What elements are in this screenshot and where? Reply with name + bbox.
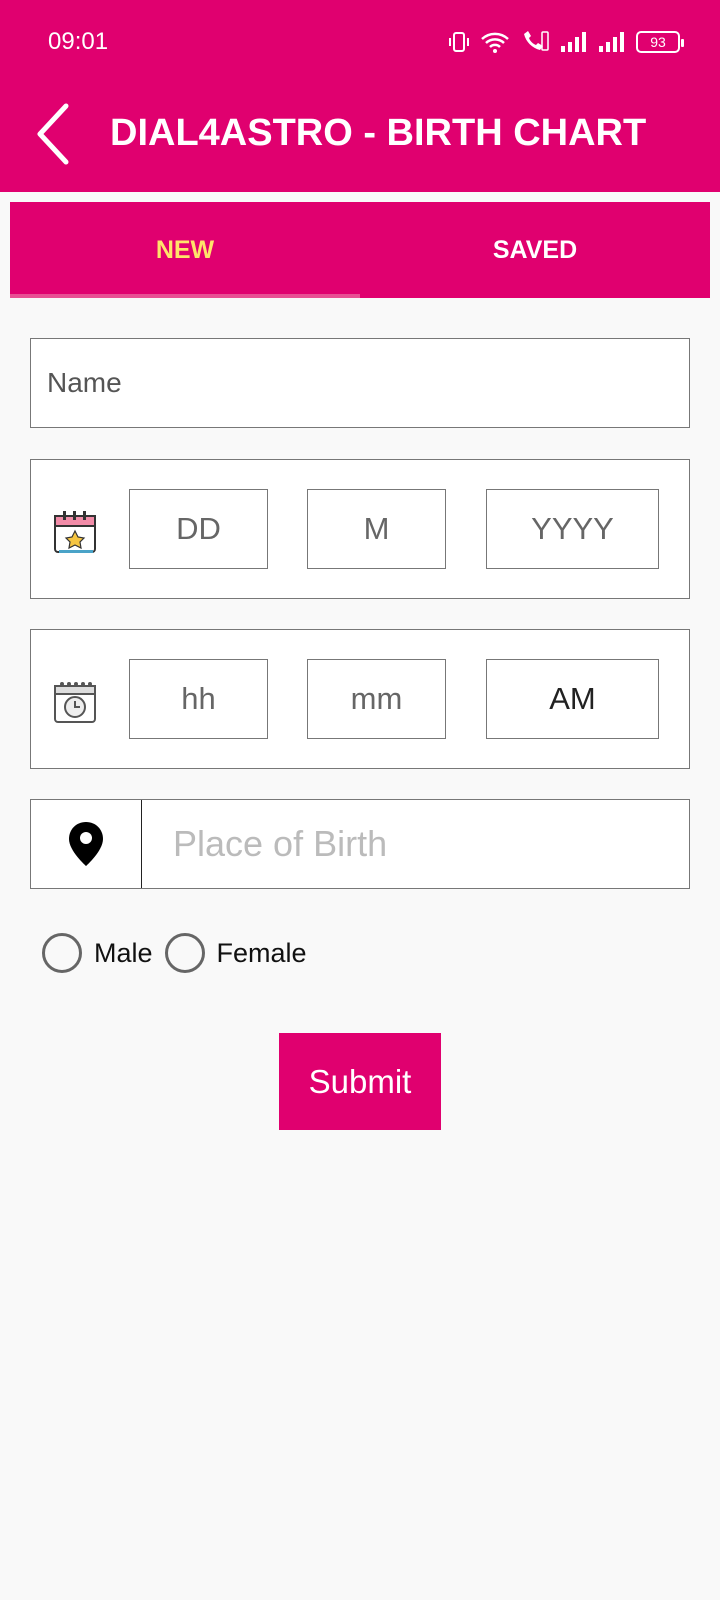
tab-bar: NEW SAVED	[10, 202, 710, 298]
battery-level: 93	[650, 34, 666, 50]
app-header: 09:01 93 DIAL4ASTRO - BIRTH CHART	[0, 0, 720, 192]
wifi-icon	[480, 30, 510, 54]
place-icon-cell	[31, 800, 142, 888]
hour-input[interactable]: hh	[129, 659, 268, 739]
tab-new[interactable]: NEW	[10, 202, 360, 298]
male-radio[interactable]	[42, 933, 82, 973]
status-time: 09:01	[48, 28, 109, 55]
male-label[interactable]: Male	[94, 938, 153, 969]
status-icons: 93	[448, 28, 684, 56]
submit-button[interactable]: Submit	[279, 1033, 441, 1130]
page-title: DIAL4ASTRO - BIRTH CHART	[110, 112, 647, 154]
place-of-birth-field[interactable]: Place of Birth	[30, 799, 690, 889]
tab-saved[interactable]: SAVED	[360, 202, 710, 298]
place-input[interactable]: Place of Birth	[173, 800, 387, 888]
female-radio[interactable]	[164, 933, 205, 973]
battery-icon: 93	[636, 31, 684, 53]
vibrate-icon	[448, 30, 470, 54]
gender-radio-group: Male Female	[42, 933, 319, 973]
ampm-select[interactable]: AM	[486, 659, 659, 739]
minute-input[interactable]: mm	[307, 659, 446, 739]
volte-call-icon	[520, 30, 550, 54]
month-input[interactable]: M	[307, 489, 446, 569]
clock-calendar-icon	[51, 678, 99, 726]
day-input[interactable]: DD	[129, 489, 268, 569]
signal-icon	[598, 31, 626, 53]
name-input[interactable]: Name	[30, 338, 690, 428]
chevron-left-icon	[37, 103, 69, 165]
location-pin-icon	[69, 822, 103, 866]
time-of-birth-row: hh mm AM	[30, 629, 690, 769]
calendar-icon	[51, 508, 99, 556]
year-input[interactable]: YYYY	[486, 489, 659, 569]
female-label[interactable]: Female	[217, 938, 307, 969]
back-button[interactable]	[30, 100, 80, 170]
date-of-birth-row: DD M YYYY	[30, 459, 690, 599]
signal-icon	[560, 31, 588, 53]
